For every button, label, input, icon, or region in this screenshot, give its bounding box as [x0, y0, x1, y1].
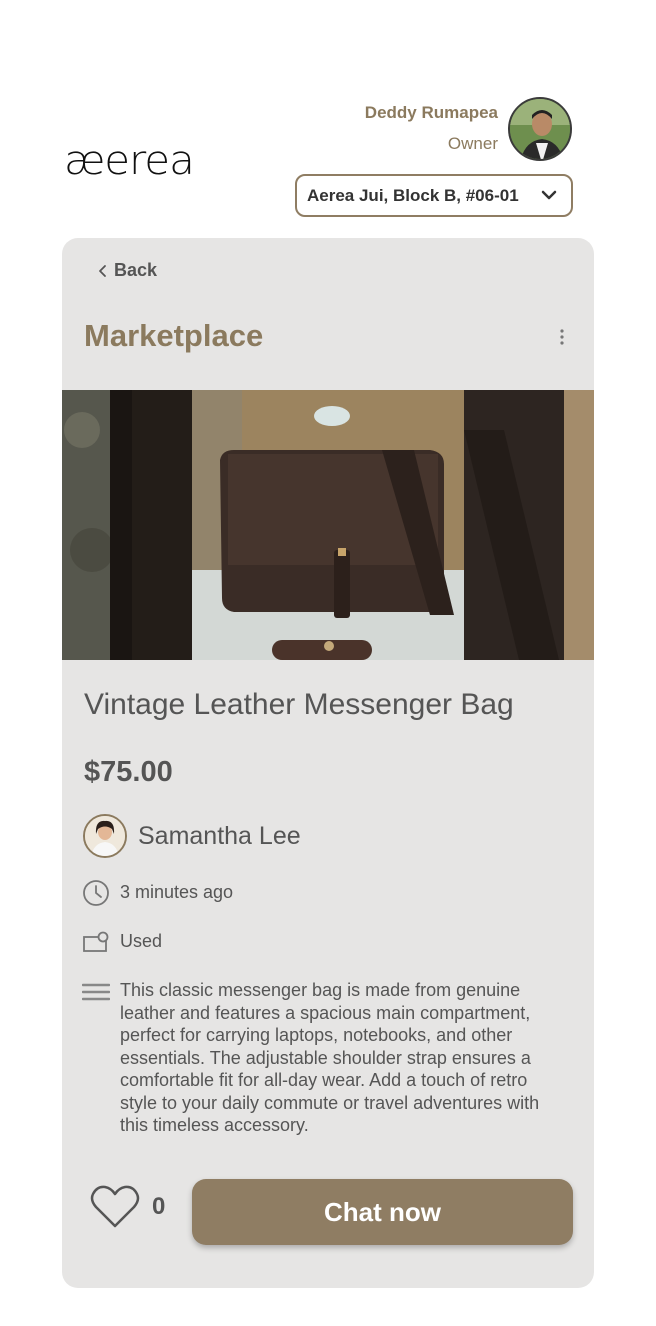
- user-name: Deddy Rumapea: [364, 103, 498, 122]
- carousel-image-previous[interactable]: [62, 390, 192, 660]
- carousel-image-main[interactable]: [192, 390, 464, 660]
- page-title: Marketplace: [84, 318, 264, 353]
- condition: Used: [120, 931, 163, 951]
- app-logo: æerea: [64, 138, 195, 184]
- heart-icon: [90, 1185, 140, 1228]
- description-icon: [82, 983, 110, 1001]
- image-carousel[interactable]: [62, 390, 594, 660]
- tag-icon: [83, 931, 109, 952]
- carousel-indicator-dot[interactable]: [324, 641, 334, 651]
- like-button[interactable]: 0: [90, 1184, 165, 1230]
- seller-name[interactable]: Samantha Lee: [138, 822, 301, 851]
- unit-selector[interactable]: Aerea Jui, Block B, #06-01: [295, 174, 573, 217]
- condition-row: Used: [82, 928, 162, 956]
- posted-time-row: 3 minutes ago: [82, 879, 233, 907]
- chevron-left-icon: [99, 264, 106, 277]
- listing-description: This classic messenger bag is made from …: [120, 980, 540, 1135]
- more-options-icon[interactable]: [558, 328, 566, 346]
- clock-icon: [83, 880, 109, 906]
- unit-selector-value: Aerea Jui, Block B, #06-01: [307, 185, 519, 205]
- description-row: This classic messenger bag is made from …: [82, 979, 562, 1137]
- bag-strap-image: [464, 390, 594, 660]
- back-label: Back: [114, 260, 158, 280]
- chevron-down-icon: [541, 190, 557, 200]
- posted-time: 3 minutes ago: [120, 882, 234, 902]
- chat-now-button[interactable]: Chat now: [192, 1179, 573, 1245]
- listing-title: Vintage Leather Messenger Bag: [84, 688, 514, 721]
- seller-avatar-image: [85, 816, 125, 856]
- seller-avatar[interactable]: [83, 814, 127, 858]
- user-role: Owner: [447, 134, 498, 153]
- back-button[interactable]: Back: [96, 260, 157, 281]
- like-count: 0: [152, 1193, 166, 1220]
- carousel-image-next[interactable]: [464, 390, 594, 660]
- bag-detail-image: [62, 390, 192, 660]
- user-avatar[interactable]: [508, 97, 572, 161]
- messenger-bag-image: [192, 390, 464, 660]
- listing-price: $75.00: [84, 756, 173, 788]
- listing-card: Back Marketplace Vintage Leather Messeng…: [62, 238, 594, 1288]
- user-avatar-image: [510, 99, 570, 159]
